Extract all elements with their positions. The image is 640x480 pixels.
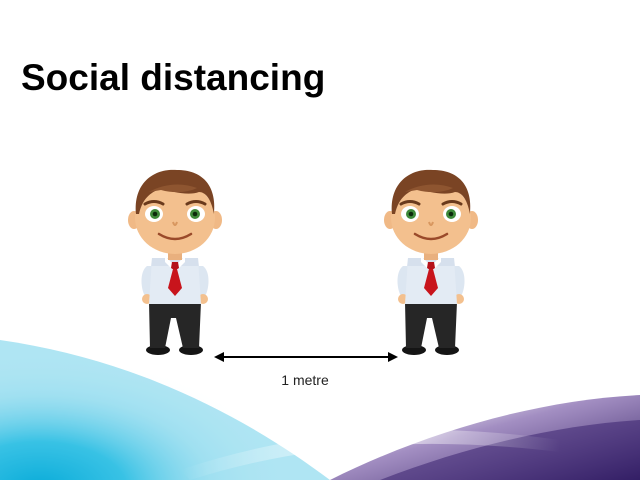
businessman-cartoon-icon bbox=[384, 169, 478, 355]
person-right bbox=[375, 162, 487, 358]
slide-title: Social distancing bbox=[21, 57, 326, 98]
double-arrow-icon bbox=[214, 352, 398, 362]
person-left bbox=[119, 162, 231, 358]
slide: Social distancing 1 metre bbox=[0, 0, 640, 480]
businessman-cartoon-icon bbox=[128, 169, 222, 355]
distance-label: 1 metre bbox=[281, 372, 329, 388]
